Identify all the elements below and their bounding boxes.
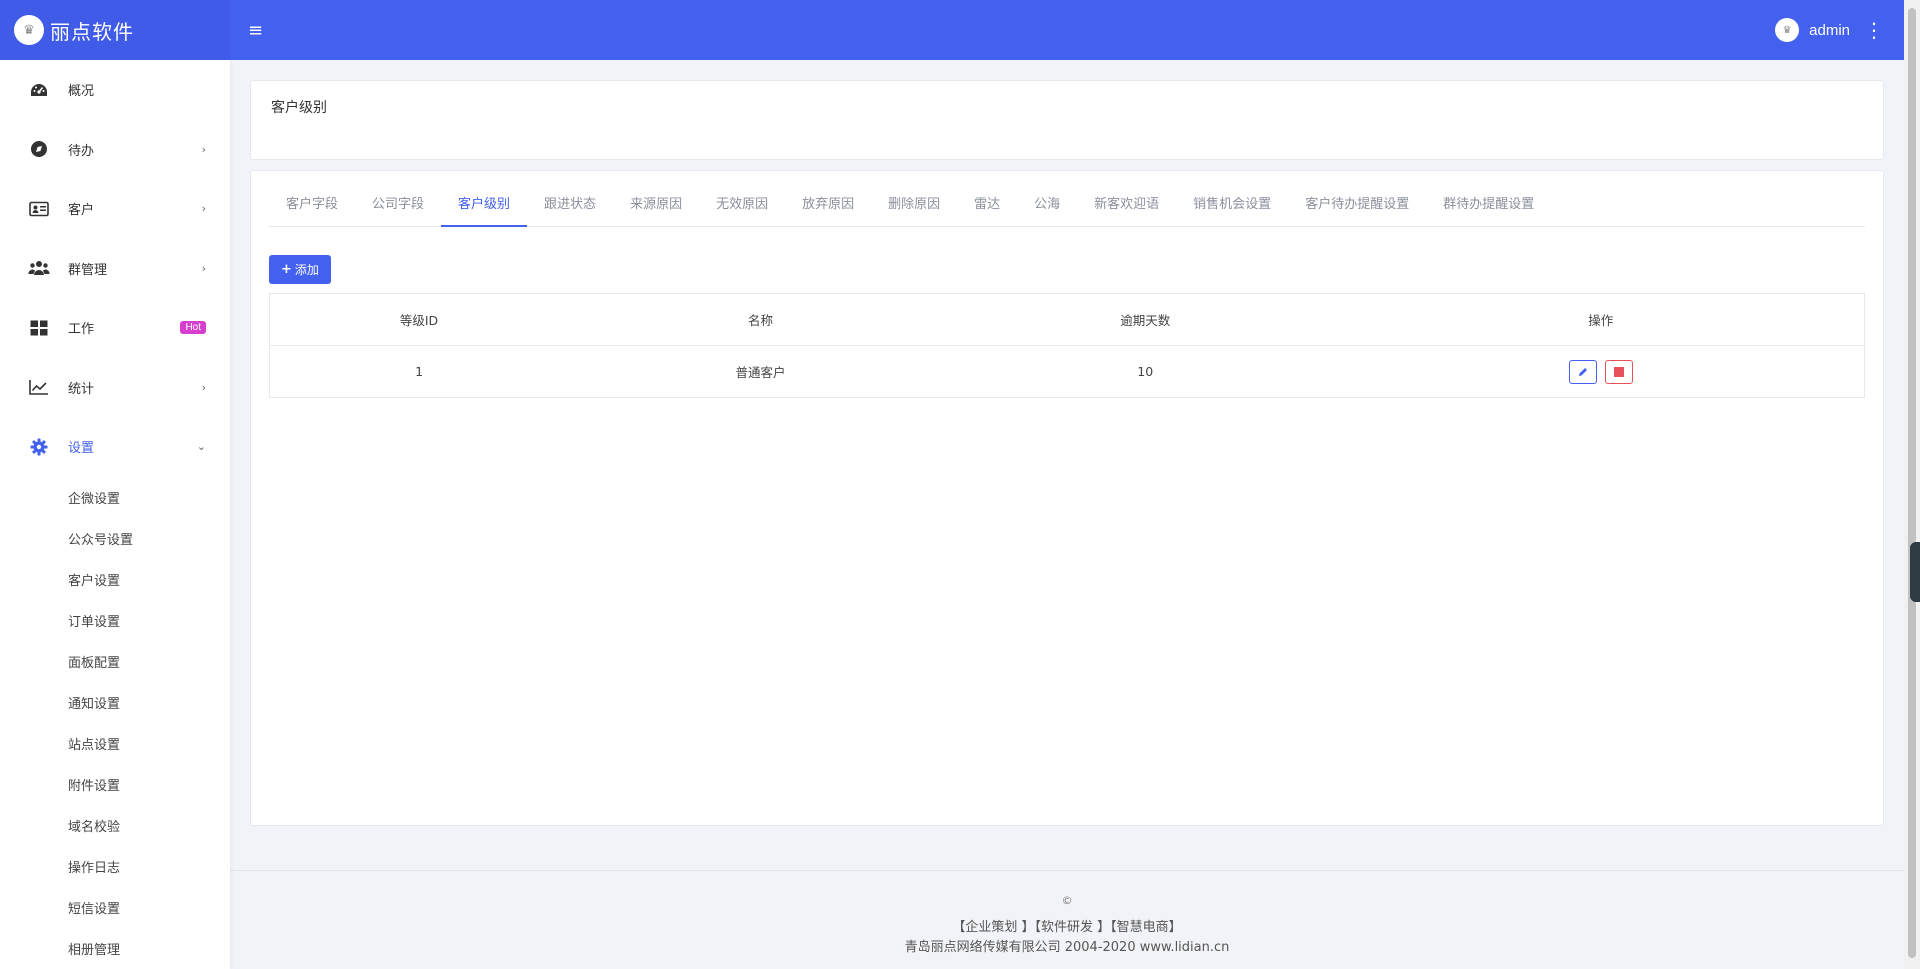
scrollbar-thumb[interactable] <box>1908 8 1916 958</box>
top-bar: ♛ 丽点软件 ≡ ♛ admin ⋮ <box>0 0 1904 60</box>
content-card: 客户字段 公司字段 客户级别 跟进状态 来源原因 无效原因 放弃原因 删除原因 雷达 公海 新客欢迎… <box>250 170 1884 826</box>
sidebar-item-todo[interactable]: 待办 › <box>0 120 230 180</box>
sidebar-subitem[interactable]: 站点设置 <box>0 723 230 764</box>
sidebar-item-group-management[interactable]: 群管理 › <box>0 239 230 299</box>
chevron-down-icon: ⌄ <box>196 440 206 454</box>
sidebar-subitem[interactable]: 域名校验 <box>0 805 230 846</box>
sidebar-subitem[interactable]: 短信设置 <box>0 887 230 928</box>
sidebar-subitem[interactable]: 客户设置 <box>0 559 230 600</box>
tab-item[interactable]: 销售机会设置 <box>1176 191 1288 227</box>
sidebar-subitem[interactable]: 企微设置 <box>0 477 230 518</box>
page-scrollbar[interactable] <box>1904 0 1920 969</box>
column-header-id: 等级ID <box>269 293 569 346</box>
sidebar: 概况 待办 › 客户 › 群管理 › 工作 Hot 统计 › 设置 ⌄ 企微设置… <box>0 60 230 969</box>
stop-square-icon <box>1613 366 1624 377</box>
tab-item[interactable]: 雷达 <box>957 191 1017 227</box>
sidebar-subitem[interactable]: 通知设置 <box>0 682 230 723</box>
tab-item[interactable]: 群待办提醒设置 <box>1426 191 1551 227</box>
sidebar-item-statistics[interactable]: 统计 › <box>0 358 230 418</box>
delete-button[interactable] <box>1604 359 1633 384</box>
chevron-right-icon: › <box>201 380 206 394</box>
tab-item[interactable]: 来源原因 <box>613 191 699 227</box>
footer-company: 青岛丽点网络传媒有限公司 2004-2020 www.lidian.cn <box>904 940 1230 955</box>
sidebar-subitem[interactable]: 操作日志 <box>0 846 230 887</box>
brand-name: 丽点软件 <box>50 19 134 44</box>
tab-item[interactable]: 客户待办提醒设置 <box>1288 191 1426 227</box>
pencil-icon <box>1578 367 1587 376</box>
id-card-icon <box>28 200 50 218</box>
footer-links[interactable]: 【企业策划 】【软件研发 】【智慧电商】 <box>230 918 1904 938</box>
tab-item[interactable]: 客户字段 <box>269 191 355 227</box>
edit-button[interactable] <box>1568 359 1597 384</box>
crown-icon: ♛ <box>14 15 44 45</box>
chevron-right-icon: › <box>201 202 206 216</box>
cell-id: 1 <box>269 345 569 398</box>
plus-icon: + <box>281 262 292 277</box>
sidebar-item-label: 统计 <box>68 381 95 397</box>
main-content: 客户级别 客户字段 公司字段 客户级别 跟进状态 来源原因 无效原因 放弃原因 删除原因 雷达公… <box>230 60 1904 969</box>
sidebar-subitem[interactable]: 相册管理 <box>0 928 230 969</box>
sidebar-item-overview[interactable]: 概况 <box>0 60 230 120</box>
level-table: 等级ID 名称 逾期天数 操作 1 普通客户 10 <box>269 293 1865 398</box>
cell-actions <box>1337 345 1865 398</box>
hamburger-menu-icon[interactable]: ≡ <box>248 20 263 41</box>
tab-item[interactable]: 新客欢迎语 <box>1077 191 1176 227</box>
users-icon <box>28 259 50 277</box>
sidebar-item-label: 工作 <box>68 322 95 338</box>
title-card: 客户级别 <box>250 80 1884 160</box>
compass-icon <box>28 140 50 158</box>
tab-item[interactable]: 公海 <box>1017 191 1077 227</box>
footer: © 【企业策划 】【软件研发 】【智慧电商】 青岛丽点网络传媒有限公司 2004… <box>230 870 1904 969</box>
sidebar-item-label: 设置 <box>68 441 95 457</box>
tab-item[interactable]: 跟进状态 <box>527 191 613 227</box>
column-header-actions: 操作 <box>1337 293 1865 346</box>
hot-badge: Hot <box>180 321 206 335</box>
sidebar-subitem[interactable]: 公众号设置 <box>0 518 230 559</box>
page-title: 客户级别 <box>271 100 327 116</box>
sidebar-item-label: 待办 <box>68 143 95 159</box>
tab-bar: 客户字段 公司字段 客户级别 跟进状态 来源原因 无效原因 放弃原因 删除原因 雷达 公海 新客欢迎… <box>269 171 1865 227</box>
sidebar-subitem[interactable]: 订单设置 <box>0 600 230 641</box>
avatar[interactable]: ♛ <box>1775 18 1800 42</box>
add-button[interactable]: + 添加 <box>269 255 331 284</box>
copyright-symbol: © <box>1061 894 1073 907</box>
tab-item[interactable]: 删除原因 <box>871 191 957 227</box>
chevron-right-icon: › <box>201 261 206 275</box>
column-header-name: 名称 <box>568 293 953 346</box>
column-header-days: 逾期天数 <box>952 293 1338 346</box>
side-widget-handle[interactable] <box>1910 542 1920 602</box>
chart-line-icon <box>28 378 50 396</box>
user-name[interactable]: admin <box>1809 22 1850 39</box>
table-row: 1 普通客户 10 <box>269 345 1865 398</box>
sidebar-item-label: 群管理 <box>68 262 108 278</box>
sidebar-item-settings[interactable]: 设置 ⌄ <box>0 417 230 477</box>
dashboard-icon <box>28 81 50 99</box>
sidebar-item-work[interactable]: 工作 Hot <box>0 298 230 358</box>
tab-item[interactable]: 公司字段 <box>355 191 441 227</box>
brand[interactable]: ♛ 丽点软件 <box>0 0 230 60</box>
grid-icon <box>28 319 50 337</box>
gear-icon <box>28 438 50 456</box>
table-header-row: 等级ID 名称 逾期天数 操作 <box>269 293 1865 346</box>
cell-name: 普通客户 <box>568 345 953 398</box>
add-button-label: 添加 <box>294 263 319 277</box>
chevron-right-icon: › <box>201 142 206 156</box>
tab-item[interactable]: 客户级别 <box>441 191 528 227</box>
sidebar-subitem[interactable]: 面板配置 <box>0 641 230 682</box>
cell-days: 10 <box>952 345 1338 398</box>
tab-item[interactable]: 放弃原因 <box>785 191 871 227</box>
tab-item[interactable]: 无效原因 <box>699 191 785 227</box>
sidebar-item-label: 概况 <box>68 84 95 100</box>
sidebar-item-label: 客户 <box>68 203 95 219</box>
sidebar-item-customer[interactable]: 客户 › <box>0 179 230 239</box>
sidebar-subitem[interactable]: 附件设置 <box>0 764 230 805</box>
more-vertical-icon[interactable]: ⋮ <box>1864 20 1884 40</box>
